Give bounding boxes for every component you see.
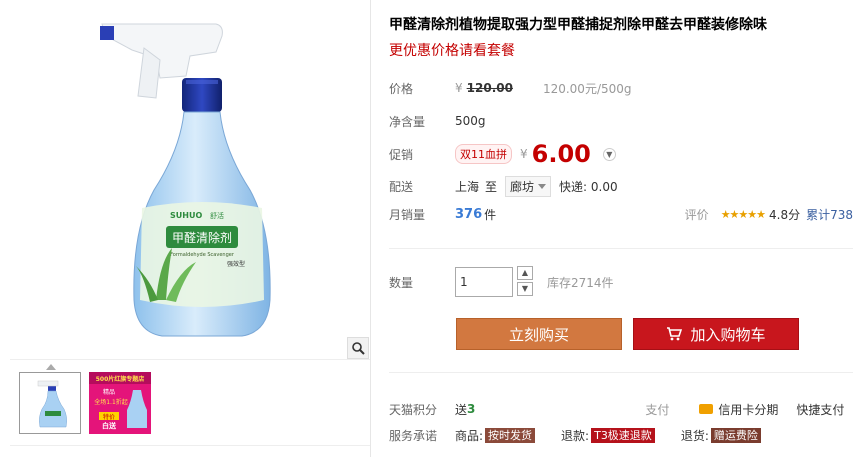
promo-currency: ¥ <box>520 147 528 161</box>
quantity-row: 数量 1 ▲ ▼ 库存2714件 <box>389 266 614 298</box>
product-title: 甲醛清除剂植物提取强力型甲醛捕捉剂除甲醛去甲醛装修除味 <box>389 17 767 33</box>
svg-text:甲醛清除剂: 甲醛清除剂 <box>172 230 232 245</box>
svg-text:500片红旗专题店: 500片红旗专题店 <box>96 375 145 383</box>
add-to-cart-label: 加入购物车 <box>690 325 766 344</box>
thumbnail-bottle-image <box>37 380 67 428</box>
quantity-stepper: ▲ ▼ <box>517 266 533 298</box>
service-item1-label: 商品: <box>455 428 484 443</box>
add-to-cart-button[interactable]: 加入购物车 <box>633 318 799 350</box>
section-divider-2 <box>389 372 853 373</box>
stock-count: 库存2714件 <box>547 275 614 290</box>
active-thumb-marker <box>46 364 56 370</box>
points-row: 天猫积分 送 3 支付 信用卡分期 快捷支付 <box>389 398 853 420</box>
sales-label: 月销量 <box>389 207 426 222</box>
destination-select[interactable]: 廊坊 <box>505 175 552 197</box>
product-gallery: 甲醛清除剂 Formaldehyde Scavenger SUHUO 舒活 强效… <box>10 0 370 457</box>
magnifier-icon <box>352 342 365 355</box>
thumbnail-promo-image: 500片红旗专题店 精品 全场1.1折起 特价 白送 <box>89 372 151 434</box>
buy-now-label: 立刻购买 <box>508 325 569 344</box>
vertical-divider <box>370 0 371 457</box>
chevron-down-icon[interactable]: ▼ <box>602 147 616 161</box>
promo-row: 促销 双11血拼 ¥ 6.00 ▼ <box>389 140 616 168</box>
product-subtitle[interactable]: 更优惠价格请看套餐 <box>389 40 515 60</box>
increment-button[interactable]: ▲ <box>517 266 533 280</box>
svg-text:特价: 特价 <box>103 413 115 421</box>
net-weight-label: 净含量 <box>389 114 426 129</box>
zoom-button[interactable] <box>347 337 369 359</box>
decrement-button[interactable]: ▼ <box>517 282 533 296</box>
price-label: 价格 <box>389 81 414 96</box>
points-prefix: 送 <box>455 402 468 417</box>
promo-label: 促销 <box>389 147 414 162</box>
service-label: 服务承诺 <box>389 428 438 443</box>
gallery-divider <box>10 445 370 446</box>
section-divider <box>389 248 853 249</box>
cumulative-reviews[interactable]: 累计738 <box>806 206 853 223</box>
shipping-fee: 快递: 0.00 <box>559 179 618 194</box>
service-item1-tag[interactable]: 按时发货 <box>485 427 536 443</box>
service-item3-label: 退货: <box>680 428 709 443</box>
payment-quick[interactable]: 快捷支付 <box>796 401 844 418</box>
service-item3-tag[interactable]: 赠运费险 <box>710 427 761 443</box>
dropdown-arrow-icon <box>538 183 547 189</box>
svg-text:全场1.1折起: 全场1.1折起 <box>94 398 128 406</box>
spray-bottle-image: 甲醛清除剂 Formaldehyde Scavenger SUHUO 舒活 强效… <box>100 23 271 337</box>
unit-price: 120.00元/500g <box>542 81 632 96</box>
quantity-label: 数量 <box>389 275 414 290</box>
service-item2-tag[interactable]: T3极速退款 <box>591 427 655 443</box>
rating-summary: 评价 ★★★★★ 4.8分 累计738 <box>685 203 853 225</box>
promo-price: 6.00 <box>531 140 591 168</box>
original-price: 120.00 <box>466 81 513 95</box>
net-weight-value: 500g <box>455 114 486 128</box>
svg-text:舒活: 舒活 <box>210 211 224 220</box>
rating-stars-icon: ★★★★★ <box>720 207 766 221</box>
payment-label: 支付 <box>645 402 670 417</box>
service-item2-label: 退款: <box>561 428 590 443</box>
destination-value: 廊坊 <box>510 179 535 194</box>
promo-tag: 双11血拼 <box>455 144 512 164</box>
sales-unit: 件 <box>484 207 497 222</box>
svg-text:强效型: 强效型 <box>227 260 245 268</box>
net-weight-row: 净含量 500g <box>389 110 486 132</box>
delivery-row: 配送 上海 至 廊坊 快递: 0.00 <box>389 175 618 197</box>
points-value: 3 <box>467 402 476 416</box>
buy-now-button[interactable]: 立刻购买 <box>456 318 622 350</box>
price-currency: ¥ <box>455 81 463 95</box>
sales-count: 376 <box>455 206 483 222</box>
rating-score: 4.8分 <box>769 207 801 222</box>
shopping-cart-icon <box>667 327 683 341</box>
payment-installment[interactable]: 信用卡分期 <box>718 401 778 418</box>
thumbnail-1[interactable] <box>19 372 81 434</box>
delivery-from: 上海 <box>455 179 480 194</box>
points-label: 天猫积分 <box>389 402 438 417</box>
product-detail: 甲醛清除剂植物提取强力型甲醛捕捉剂除甲醛去甲醛装修除味 更优惠价格请看套餐 价格… <box>389 0 853 457</box>
credit-card-icon <box>699 404 714 414</box>
delivery-to-word: 至 <box>485 179 498 194</box>
svg-text:SUHUO: SUHUO <box>170 211 202 220</box>
rating-label: 评价 <box>684 207 709 222</box>
delivery-label: 配送 <box>389 179 414 194</box>
svg-text:白送: 白送 <box>102 421 117 430</box>
service-row: 服务承诺 商品: 按时发货 退款: T3极速退款 退货: 赠运费险 <box>389 424 853 446</box>
price-row: 价格 ¥ 120.00 120.00元/500g <box>389 77 632 99</box>
svg-text:精品: 精品 <box>103 388 115 396</box>
sales-row: 月销量 376 件 评价 ★★★★★ 4.8分 累计738 <box>389 203 853 225</box>
svg-text:Formaldehyde Scavenger: Formaldehyde Scavenger <box>170 252 235 258</box>
thumbnail-2[interactable]: 500片红旗专题店 精品 全场1.1折起 特价 白送 <box>89 372 151 434</box>
quantity-input[interactable]: 1 <box>455 267 513 297</box>
main-product-image[interactable]: 甲醛清除剂 Formaldehyde Scavenger SUHUO 舒活 强效… <box>10 0 370 360</box>
